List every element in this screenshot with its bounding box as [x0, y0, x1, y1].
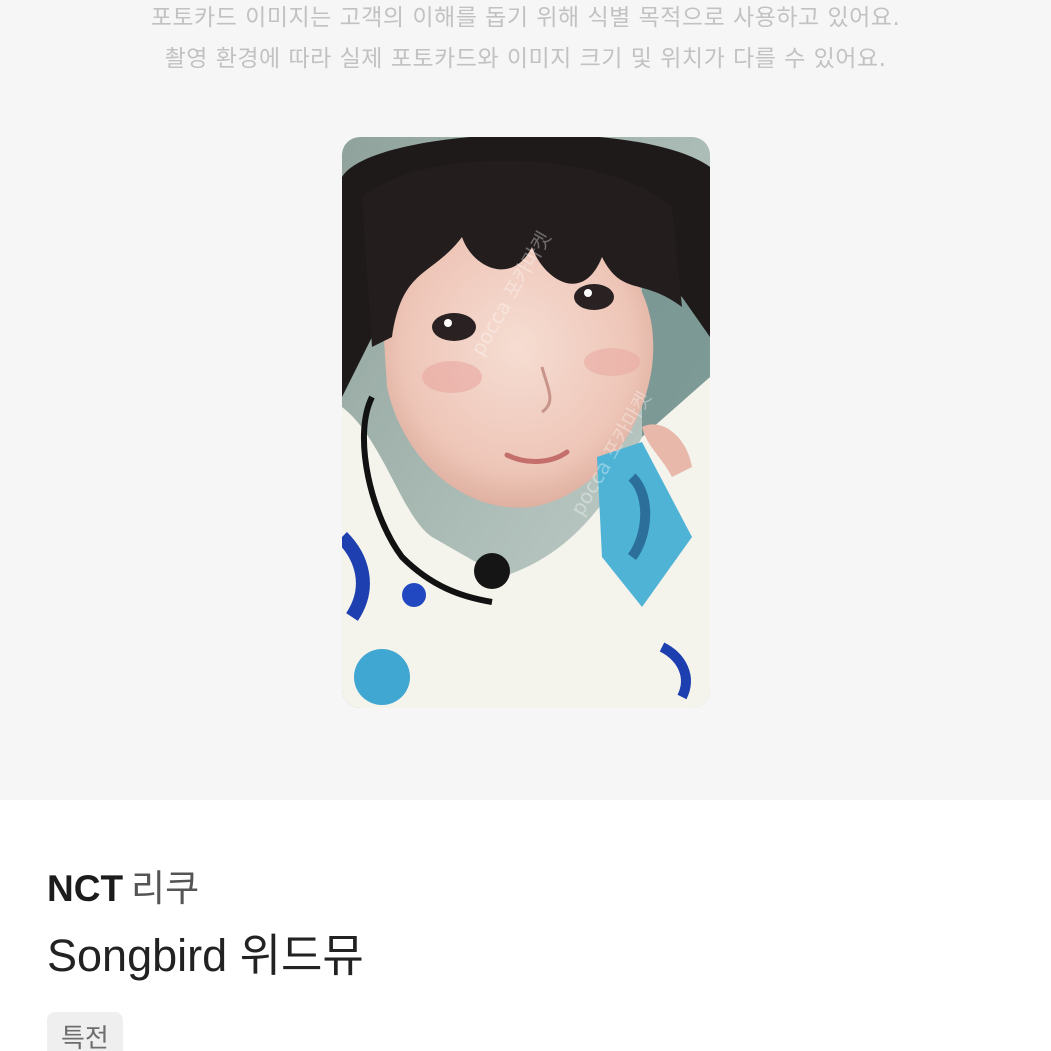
member-name: 리쿠 [131, 867, 200, 910]
category-tag: 특전 [47, 1012, 123, 1051]
product-detail-page: 포토카드 이미지는 고객의 이해를 돕기 위해 식별 목적으로 사용하고 있어요… [0, 0, 1051, 1051]
image-notice-line-2: 촬영 환경에 따라 실제 포토카드와 이미지 크기 및 위치가 다를 수 있어요… [164, 46, 887, 72]
album-title: Songbird 위드뮤 [47, 930, 364, 981]
group-name: NCT [47, 868, 124, 909]
image-notice-line-1: 포토카드 이미지는 고객의 이해를 돕기 위해 식별 목적으로 사용하고 있어요… [150, 5, 901, 31]
artist-title: NCT 리쿠 [47, 866, 199, 912]
photocard-image-section: 포토카드 이미지는 고객의 이해를 돕기 위해 식별 목적으로 사용하고 있어요… [0, 0, 1051, 800]
photocard-image[interactable]: pocca 포카마켓 pocca 포카마켓 [342, 137, 710, 708]
photocard-illustration: pocca 포카마켓 pocca 포카마켓 [342, 137, 710, 708]
